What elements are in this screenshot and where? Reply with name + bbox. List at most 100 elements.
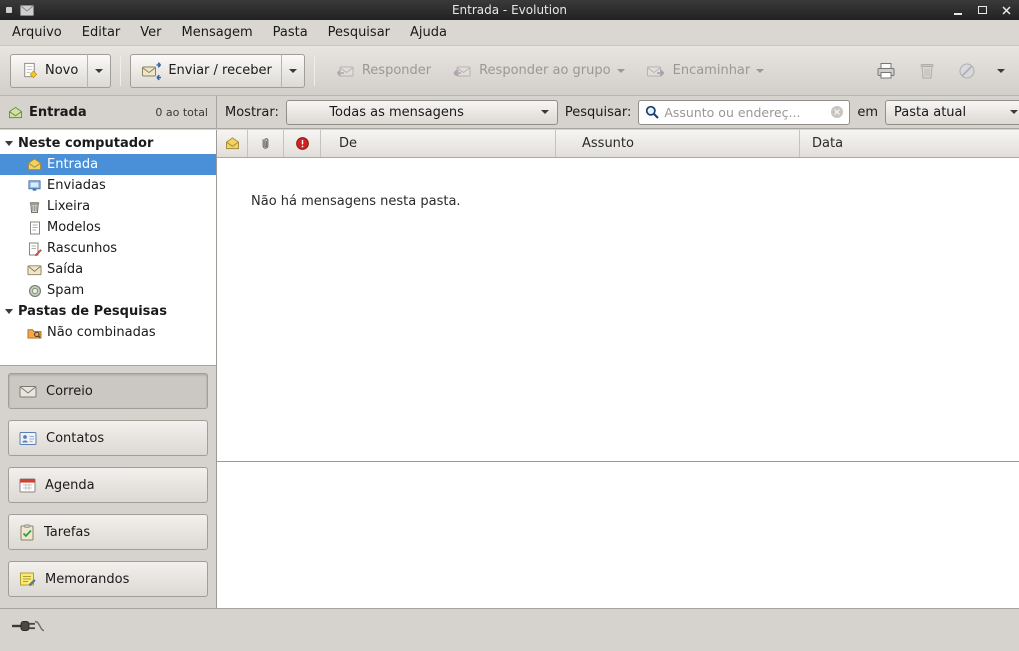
search-scope-dropdown[interactable]: Pasta atual [885,100,1019,125]
menu-ver[interactable]: Ver [130,21,171,44]
forward-button[interactable]: Encaminhar [635,60,775,82]
contacts-icon [19,431,37,446]
folder-enviadas[interactable]: Enviadas [0,175,216,196]
reply-all-icon [451,61,473,81]
folder-entrada[interactable]: Entrada [0,154,216,175]
new-button[interactable]: Novo [10,54,87,88]
close-button[interactable] [999,3,1013,17]
drafts-icon [26,242,43,256]
delete-icon [917,61,937,81]
switcher-label: Memorandos [45,572,129,587]
print-icon [875,61,897,81]
toolbar: Novo Enviar / receber Responder [0,46,1019,95]
send-receive-icon [140,61,162,81]
message-count: 0 ao total [155,106,208,119]
toolbar-separator [120,56,121,86]
menu-pasta[interactable]: Pasta [263,21,318,44]
sidebar: Neste computador Entrada Enviadas [0,130,217,608]
toolbar-overflow-button[interactable] [993,65,1009,77]
reply-label: Responder [362,63,431,78]
attachment-icon [259,136,272,151]
reply-button[interactable]: Responder [324,60,441,82]
expander-icon[interactable] [5,141,13,146]
reply-all-button[interactable]: Responder ao grupo [441,60,635,82]
preview-pane[interactable] [217,461,1019,608]
folder-icon [8,106,23,119]
column-assunto[interactable]: Assunto [556,130,800,157]
column-data[interactable]: Data [800,130,1019,157]
folder-modelos[interactable]: Modelos [0,217,216,238]
minimize-icon [954,13,962,15]
folder-label: Enviadas [47,178,106,193]
menubar: Arquivo Editar Ver Mensagem Pasta Pesqui… [0,20,1019,46]
new-dropdown-button[interactable] [87,54,111,88]
memos-icon [19,571,36,587]
folder-saida[interactable]: Saída [0,259,216,280]
column-label: Data [812,136,843,151]
window-menu-icon[interactable] [6,7,12,13]
maximize-button[interactable] [975,3,989,17]
menu-mensagem[interactable]: Mensagem [172,21,263,44]
trash-icon [26,200,43,214]
mail-pane: De Assunto Data Não há mensagens nesta p… [217,130,1019,608]
switcher-correio[interactable]: Correio [8,373,208,409]
folder-label: Spam [47,283,84,298]
new-document-icon [20,61,39,80]
column-label: Assunto [582,136,634,151]
column-attachment[interactable] [248,130,284,157]
overflow-caret-icon [997,69,1005,73]
menu-ajuda[interactable]: Ajuda [400,21,457,44]
send-receive-button[interactable]: Enviar / receber [130,54,281,88]
search-folder-icon [26,326,43,339]
menu-arquivo[interactable]: Arquivo [2,21,72,44]
message-list[interactable]: Não há mensagens nesta pasta. [217,158,1019,461]
menu-editar[interactable]: Editar [72,21,131,44]
in-label: em [857,105,878,120]
folder-rascunhos[interactable]: Rascunhos [0,238,216,259]
send-receive-label: Enviar / receber [168,63,272,78]
switcher-agenda[interactable]: Agenda [8,467,208,503]
folder-tree: Neste computador Entrada Enviadas [0,130,216,365]
tree-section-search-folders[interactable]: Pastas de Pesquisas [0,301,216,322]
switcher-memorandos[interactable]: Memorandos [8,561,208,597]
search-input[interactable] [664,105,826,120]
folder-nao-combinadas[interactable]: Não combinadas [0,322,216,343]
delete-button[interactable] [913,57,941,85]
column-priority[interactable] [284,130,321,157]
junk-folder-icon [26,284,43,298]
chevron-down-icon [756,69,764,73]
column-label: De [339,136,357,151]
reply-group-label: Responder ao grupo [479,63,611,78]
tasks-icon [19,524,35,541]
folder-label: Rascunhos [47,241,117,256]
switcher-contatos[interactable]: Contatos [8,420,208,456]
expander-icon[interactable] [5,309,13,314]
forward-icon [645,61,667,81]
titlebar: Entrada - Evolution [0,0,1019,20]
switcher-tarefas[interactable]: Tarefas [8,514,208,550]
column-message-status[interactable] [217,130,248,157]
switcher-label: Contatos [46,431,104,446]
show-filter-dropdown[interactable]: Todas as mensagens [286,100,558,125]
folder-label: Saída [47,262,83,277]
minimize-button[interactable] [951,3,965,17]
chevron-down-icon [541,110,549,114]
calendar-icon [19,477,36,493]
clear-search-icon[interactable] [830,105,844,119]
search-entry[interactable] [638,100,850,125]
app-icon [20,5,34,16]
empty-folder-message: Não há mensagens nesta pasta. [217,158,1019,209]
folder-info: Entrada 0 ao total [0,96,217,128]
search-icon[interactable] [644,104,660,120]
column-de[interactable]: De [321,130,556,157]
folder-lixeira[interactable]: Lixeira [0,196,216,217]
window-title: Entrada - Evolution [0,3,1019,17]
folder-spam[interactable]: Spam [0,280,216,301]
print-button[interactable] [871,57,901,85]
junk-button[interactable] [953,57,981,85]
close-icon [1002,6,1011,15]
send-receive-dropdown-button[interactable] [281,54,305,88]
online-status-icon[interactable] [10,617,46,635]
tree-section-local[interactable]: Neste computador [0,133,216,154]
menu-pesquisar[interactable]: Pesquisar [318,21,400,44]
